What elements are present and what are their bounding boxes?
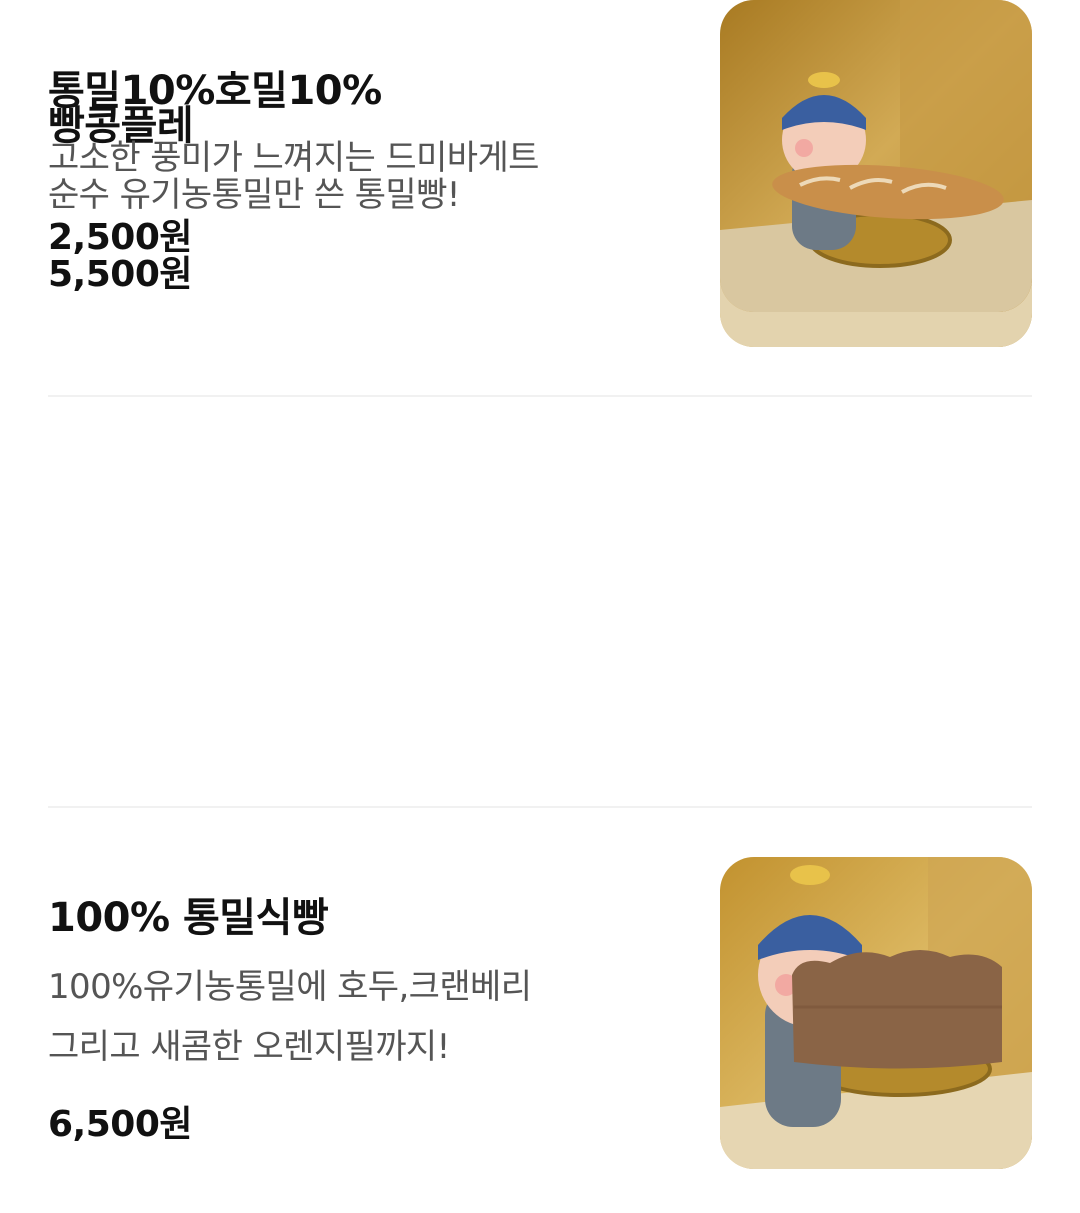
menu-item-photo[interactable] [720, 857, 1032, 1169]
menu-item-description-line: 고소한 풍미가 느껴지는 드미바게트 [48, 138, 539, 178]
menu-item-description: 고소한 풍미가 느껴지는 드미바게트 [48, 128, 688, 188]
divider [48, 395, 1032, 397]
bread-photo-illustration [720, 857, 1032, 1169]
menu-item-name: 100% 통밀식빵 [48, 895, 329, 941]
menu-item-description: 100%유기농통밀에 호두,크랜베리 그리고 새콤한 오렌지필까지! [48, 957, 688, 1077]
menu-item-demi-baguette[interactable]: 통밀10%호밀10% 고소한 풍미가 느껴지는 드미바게트 2,500원 [48, 0, 1032, 312]
menu-item-description-line: 100%유기농통밀에 호두,크랜베리 [48, 967, 532, 1007]
menu-item-description-line: 그리고 새콤한 오렌지필까지! [48, 1027, 450, 1067]
menu-item-photo[interactable] [720, 0, 1032, 312]
bread-photo-illustration [720, 0, 1032, 312]
menu-item-whole-wheat-bread[interactable]: 100% 통밀식빵 100%유기농통밀에 호두,크랜베리 그리고 새콤한 오렌지… [48, 857, 1032, 1169]
menu-list: 빵콩플레 순수 유기농통밀만 쓴 통밀빵! 5,500원 100% 통밀식빵 1… [0, 0, 1080, 1213]
menu-item-price: 2,500원 [48, 217, 193, 258]
divider [48, 806, 1032, 808]
menu-item-name: 통밀10%호밀10% [48, 68, 382, 114]
menu-item-price: 6,500원 [48, 1104, 193, 1145]
menu-item-text: 100% 통밀식빵 100%유기농통밀에 호두,크랜베리 그리고 새콤한 오렌지… [48, 857, 688, 1169]
menu-item-text: 통밀10%호밀10% 고소한 풍미가 느껴지는 드미바게트 2,500원 [48, 0, 688, 312]
